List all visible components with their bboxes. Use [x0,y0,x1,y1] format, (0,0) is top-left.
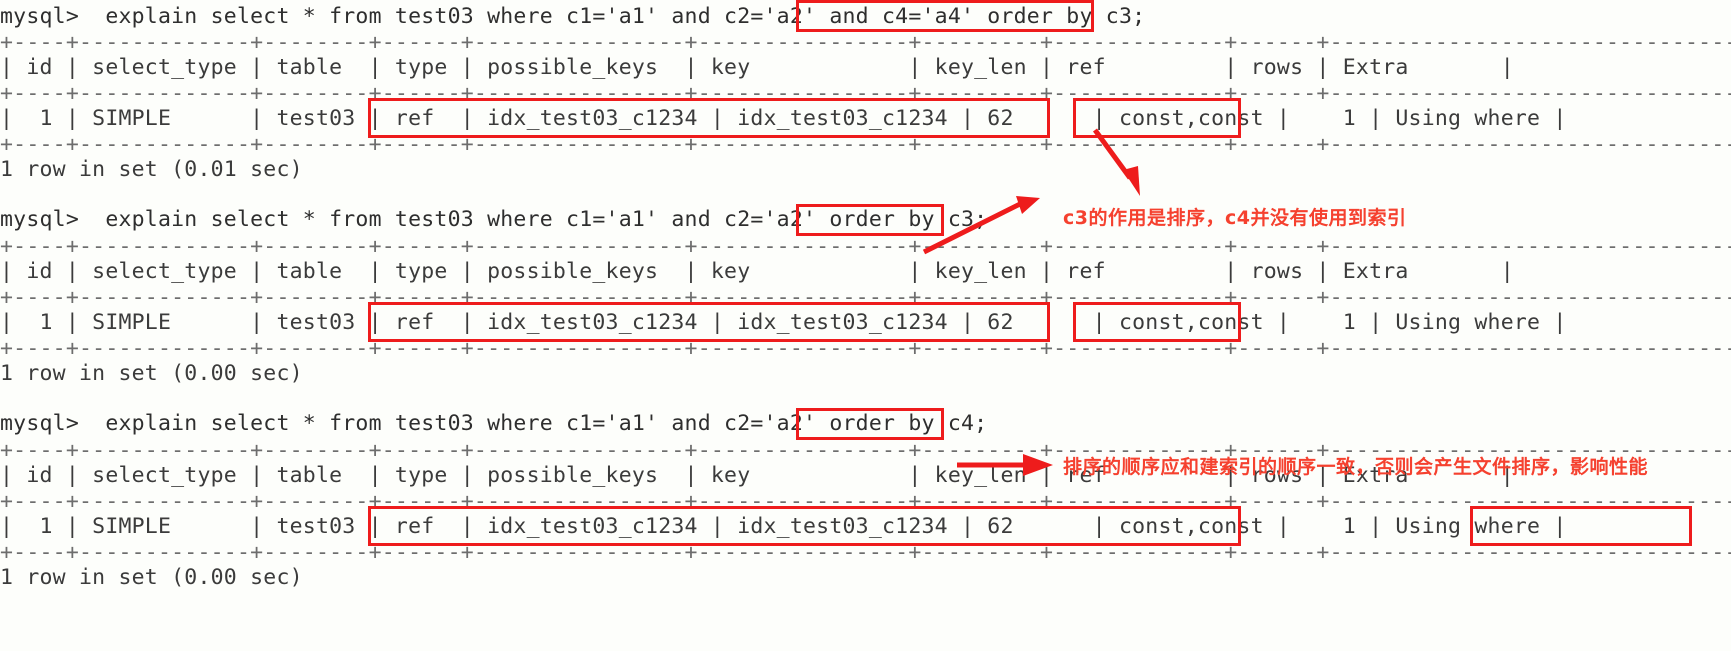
table-separator-bot-2: +----+-------------+--------+------+----… [0,336,1731,361]
table-separator-mid-2: +----+-------------+--------+------+----… [0,285,1731,310]
sql-command-2: mysql> explain select * from test03 wher… [0,207,988,232]
result-footer-1: 1 row in set (0.01 sec) [0,157,303,182]
result-footer-2: 1 row in set (0.00 sec) [0,361,303,386]
table-header-1: | id | select_type | table | type | poss… [0,55,1514,80]
table-separator-mid-3: +----+-------------+--------+------+----… [0,489,1731,514]
arrow-diagonal-to-annotation-1 [922,196,1040,255]
annotation-text-2: 排序的顺序应和建索引的顺序一致，否则会产生文件排序，影响性能 [1063,456,1649,478]
table-separator-top-1: +----+-------------+--------+------+----… [0,30,1731,55]
sql-command-3: mysql> explain select * from test03 wher… [0,411,988,436]
table-separator-mid-1: +----+-------------+--------+------+----… [0,81,1731,106]
sql-command-1: mysql> explain select * from test03 wher… [0,4,1146,29]
table-separator-bot-1: +----+-------------+--------+------+----… [0,132,1731,157]
table-row-2: | 1 | SIMPLE | test03 | ref | idx_test03… [0,310,1567,335]
arrow-right-to-annotation-2 [957,454,1053,476]
table-separator-top-2: +----+-------------+--------+------+----… [0,234,1731,259]
table-row-1: | 1 | SIMPLE | test03 | ref | idx_test03… [0,106,1567,131]
terminal-window: mysql> explain select * from test03 wher… [0,0,1731,651]
annotation-text-1: c3的作用是排序，c4并没有使用到索引 [1063,207,1407,229]
result-footer-3: 1 row in set (0.00 sec) [0,565,303,590]
table-separator-bot-3: +----+-------------+--------+------+----… [0,540,1731,565]
arrow-down-to-annotation-1 [1092,128,1140,196]
table-header-2: | id | select_type | table | type | poss… [0,259,1514,284]
table-row-3: | 1 | SIMPLE | test03 | ref | idx_test03… [0,514,1567,539]
